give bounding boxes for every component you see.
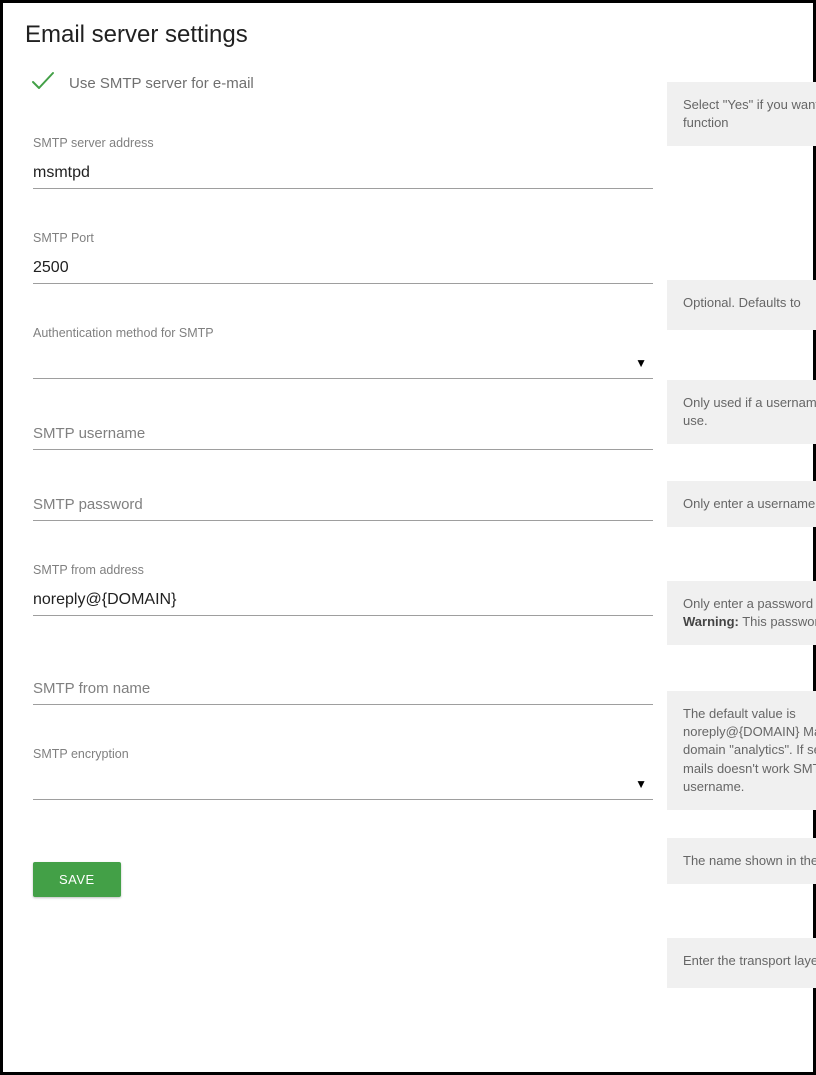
check-icon: [31, 71, 55, 96]
from-address-input[interactable]: [33, 587, 653, 616]
from-address-label: SMTP from address: [33, 563, 653, 577]
field-from-name: [33, 676, 653, 705]
smtp-port-input[interactable]: [33, 255, 653, 284]
field-smtp-password: [33, 492, 653, 521]
smtp-server-address-label: SMTP server address: [33, 136, 653, 150]
smtp-username-input[interactable]: [33, 421, 653, 450]
use-smtp-label: Use SMTP server for e-mail: [69, 75, 254, 92]
field-smtp-server-address: SMTP server address: [33, 136, 653, 189]
field-smtp-username: [33, 421, 653, 450]
page-title: Email server settings: [25, 21, 813, 49]
from-name-input[interactable]: [33, 676, 653, 705]
hint-use-smtp: Select "Yes" if you want function: [667, 82, 816, 146]
save-button[interactable]: SAVE: [33, 862, 121, 897]
hint-port: Optional. Defaults to: [667, 280, 816, 330]
field-auth-method: Authentication method for SMTP ▼: [33, 326, 653, 379]
encryption-select[interactable]: [33, 771, 653, 800]
auth-method-select[interactable]: [33, 350, 653, 379]
hint-from-address: The default value is noreply@{DOMAIN} Ma…: [667, 691, 816, 810]
hint-auth-method: Only used if a username to use.: [667, 380, 816, 444]
auth-method-label: Authentication method for SMTP: [33, 326, 653, 340]
hint-password: Only enter a password Warning: This pass…: [667, 581, 816, 645]
smtp-port-label: SMTP Port: [33, 231, 653, 245]
hint-encryption: Enter the transport layer: [667, 938, 816, 988]
hint-username: Only enter a username: [667, 481, 816, 527]
encryption-label: SMTP encryption: [33, 747, 653, 761]
smtp-server-address-input[interactable]: [33, 160, 653, 189]
smtp-password-input[interactable]: [33, 492, 653, 521]
hint-from-name: The name shown in the: [667, 838, 816, 884]
field-from-address: SMTP from address: [33, 563, 653, 616]
field-smtp-port: SMTP Port: [33, 231, 653, 284]
field-encryption: SMTP encryption ▼: [33, 747, 653, 800]
